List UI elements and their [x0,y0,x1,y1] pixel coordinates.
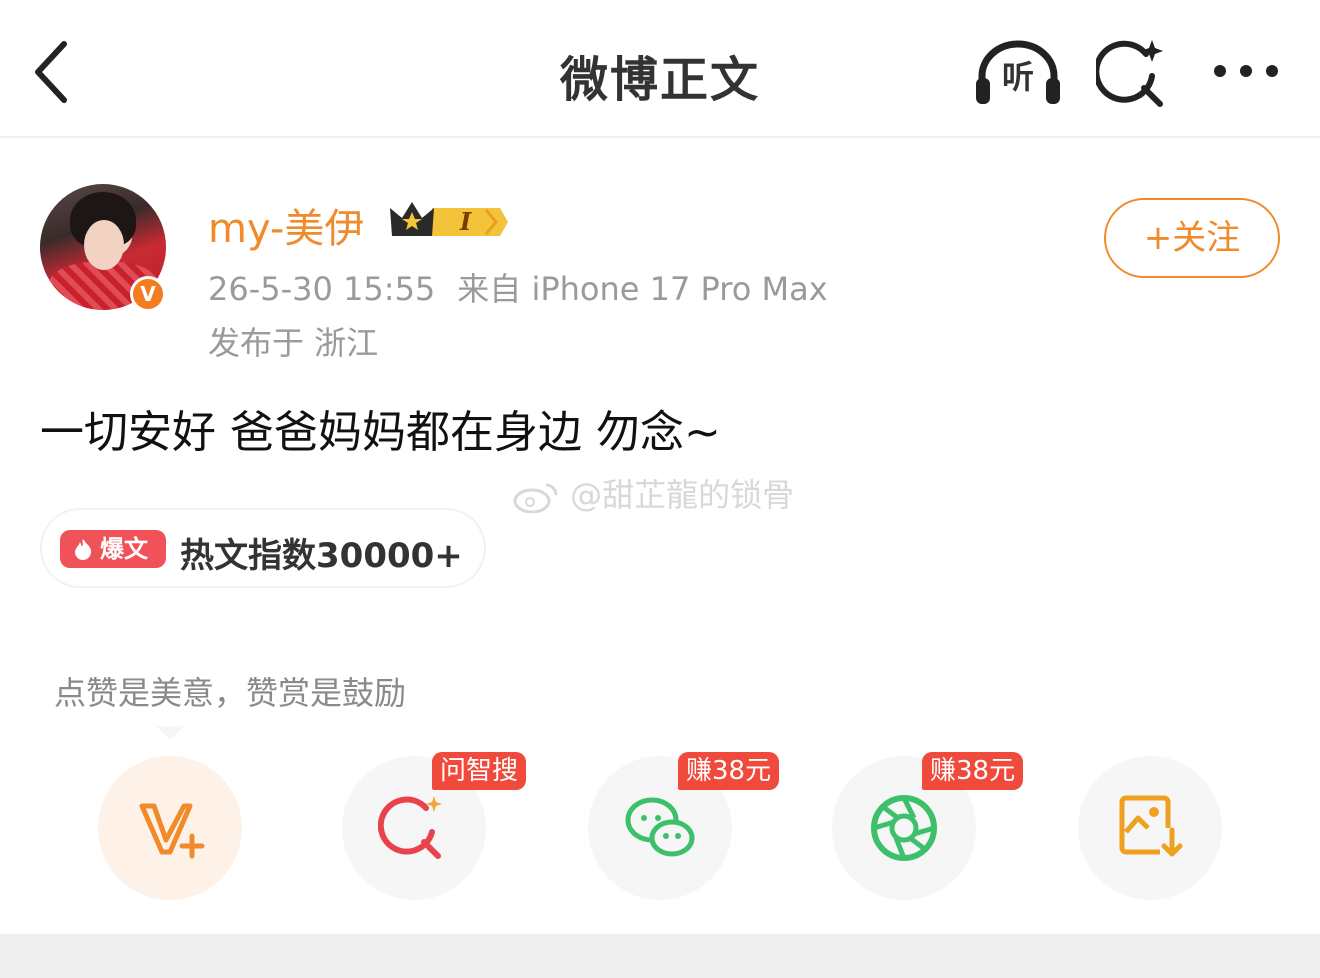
post-time: 26-5-30 15:55 [208,270,436,308]
hot-index-text: 热文指数30000+ [180,536,463,576]
save-image-icon [1119,795,1183,858]
verified-badge: V [130,276,166,312]
weibo-logo-icon [513,483,558,513]
hot-tag-label: 爆文 [100,535,148,563]
listen-label: 听 [1001,58,1034,96]
wechat-badge: 赚38元 [678,752,780,790]
watermark: @甜芷龍的锁骨 [512,470,794,516]
author-name[interactable]: my-美伊 [208,196,364,254]
follow-button[interactable]: +关注 [1104,198,1280,278]
flame-icon [75,539,92,560]
weibo-post-page: 微博正文 听 V my-美伊 I 26-5-30 15:55 来自 iPhone… [0,0,1320,978]
bottom-separator [0,934,1320,978]
action-v-plus[interactable] [98,756,242,900]
member-level: I [459,207,472,236]
more-dots-icon [1214,65,1278,77]
post-meta: 26-5-30 15:55 来自 iPhone 17 Pro Max [208,264,850,310]
action-save-image[interactable] [1078,756,1222,900]
hint-pointer [156,726,184,740]
hot-index-pill[interactable]: 爆文 热文指数30000+ [40,508,486,588]
crown-icon: I [390,202,508,236]
member-crown-badge[interactable]: I [388,196,508,242]
listen-button[interactable]: 听 [974,38,1062,106]
watermark-text: @甜芷龍的锁骨 [570,476,795,514]
reward-hint: 点赞是美意，赞赏是鼓励 [54,674,407,712]
top-nav-bar: 微博正文 听 [0,0,1320,138]
avatar-face [84,220,124,270]
smart-search-button[interactable] [1093,36,1168,108]
moments-badge: 赚38元 [922,752,1024,790]
wechat-icon [625,797,695,857]
smart-search-icon [1093,40,1163,107]
smart-search-badge: 问智搜 [432,752,527,790]
v-plus-icon [139,803,205,859]
post-location: 发布于 浙江 [208,324,379,362]
moments-icon [871,795,937,861]
hot-tag: 爆文 [60,530,166,568]
smart-search-color-icon [378,796,442,859]
post-text: 一切安好 爸爸妈妈都在身边 勿念~ [40,407,721,458]
more-button[interactable] [1206,48,1286,94]
post-source[interactable]: 来自 iPhone 17 Pro Max [457,270,827,308]
